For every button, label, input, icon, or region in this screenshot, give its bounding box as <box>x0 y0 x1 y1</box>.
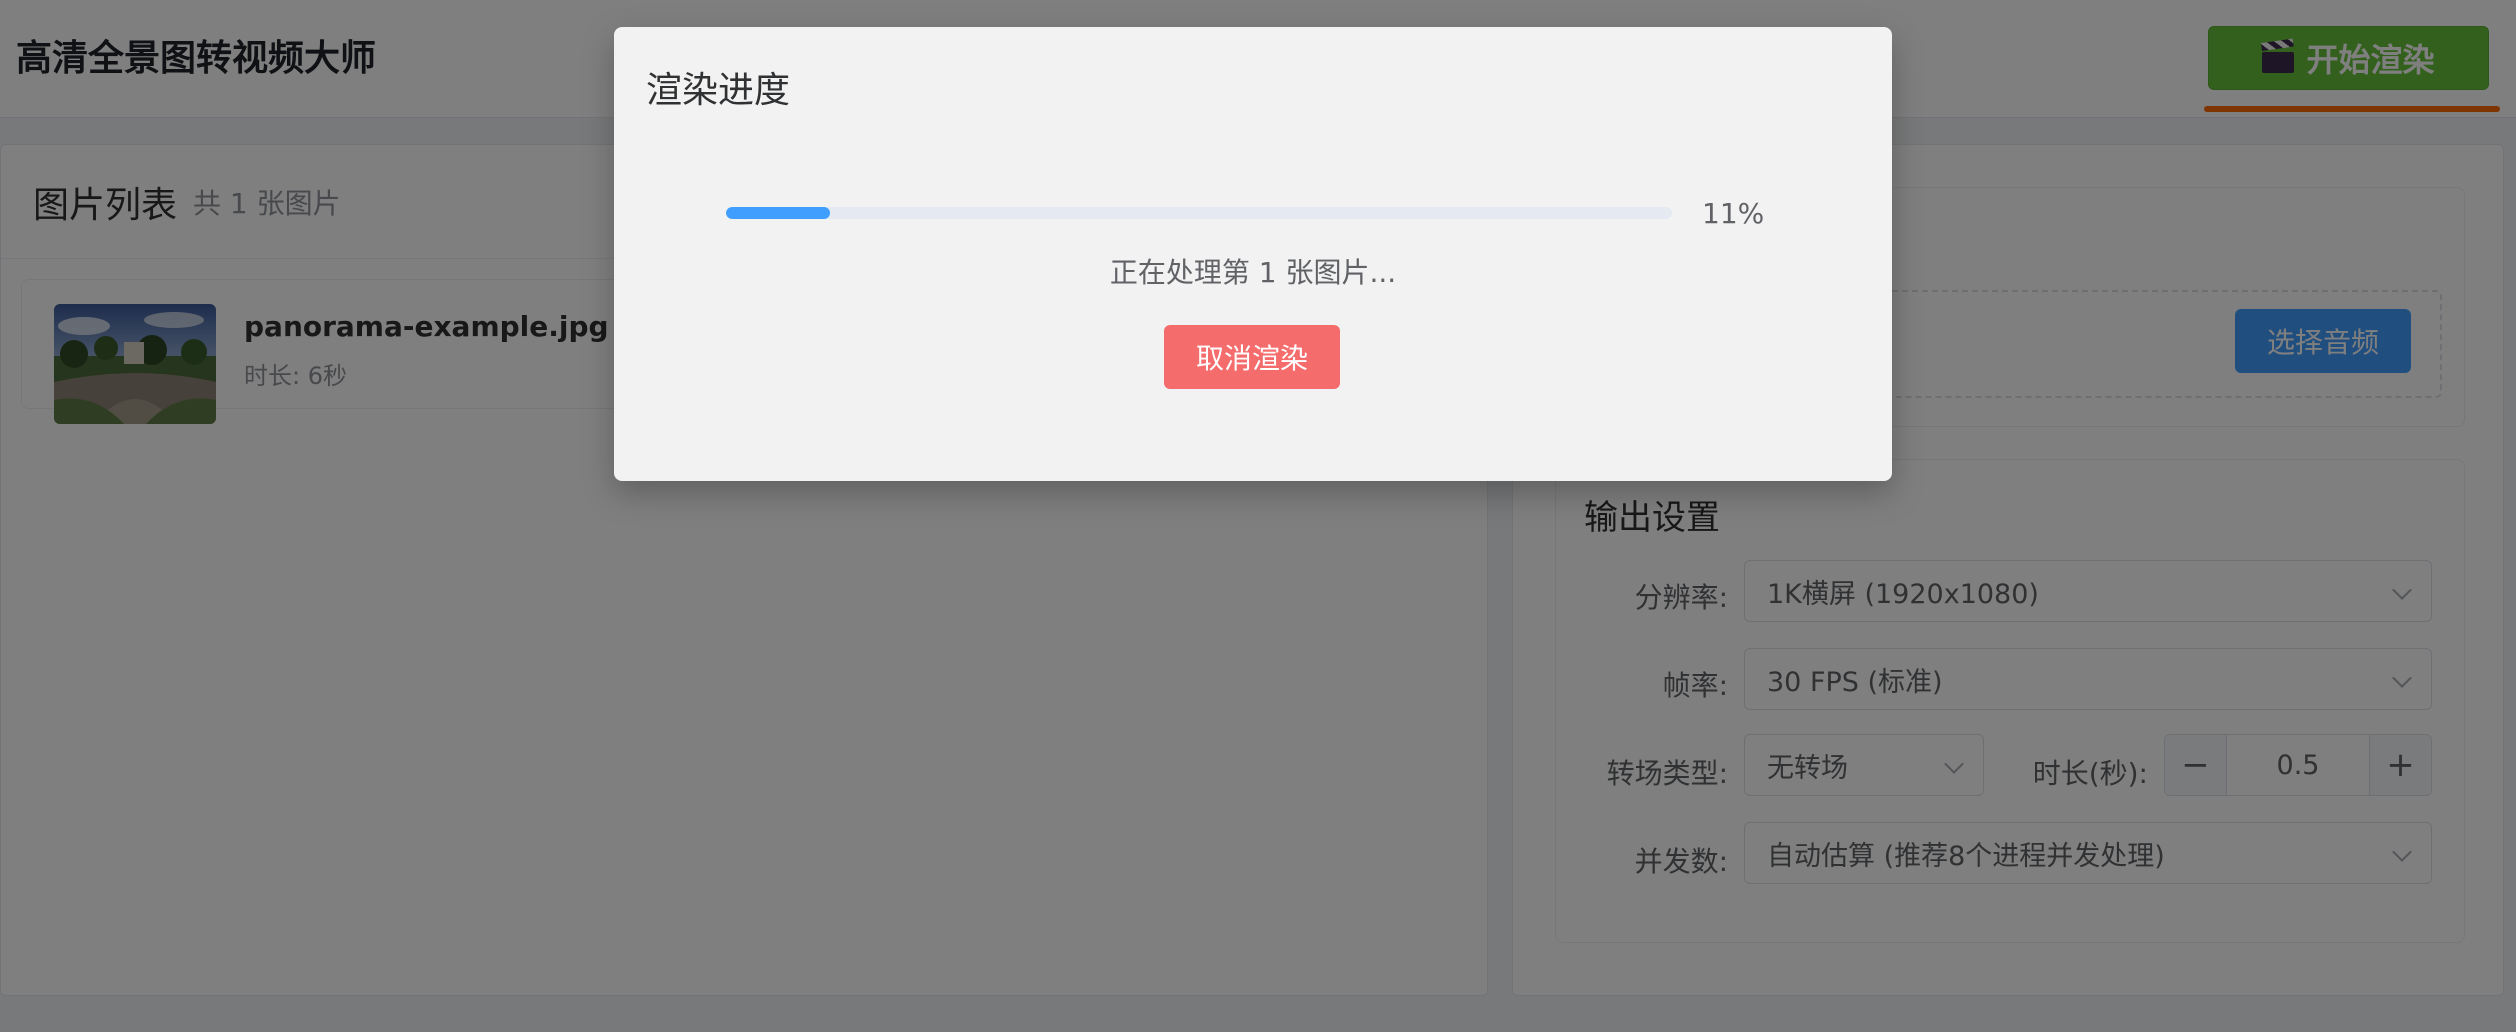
cancel-render-button[interactable]: 取消渲染 <box>1164 325 1340 389</box>
render-progress-dialog: 渲染进度 11% 正在处理第 1 张图片... 取消渲染 <box>614 27 1892 481</box>
dialog-title: 渲染进度 <box>646 70 791 111</box>
progress-status: 正在处理第 1 张图片... <box>1109 256 1397 289</box>
progress-bar-fill <box>726 207 831 219</box>
progress-bar <box>726 207 1672 219</box>
progress-percent: 11% <box>1702 197 1765 230</box>
